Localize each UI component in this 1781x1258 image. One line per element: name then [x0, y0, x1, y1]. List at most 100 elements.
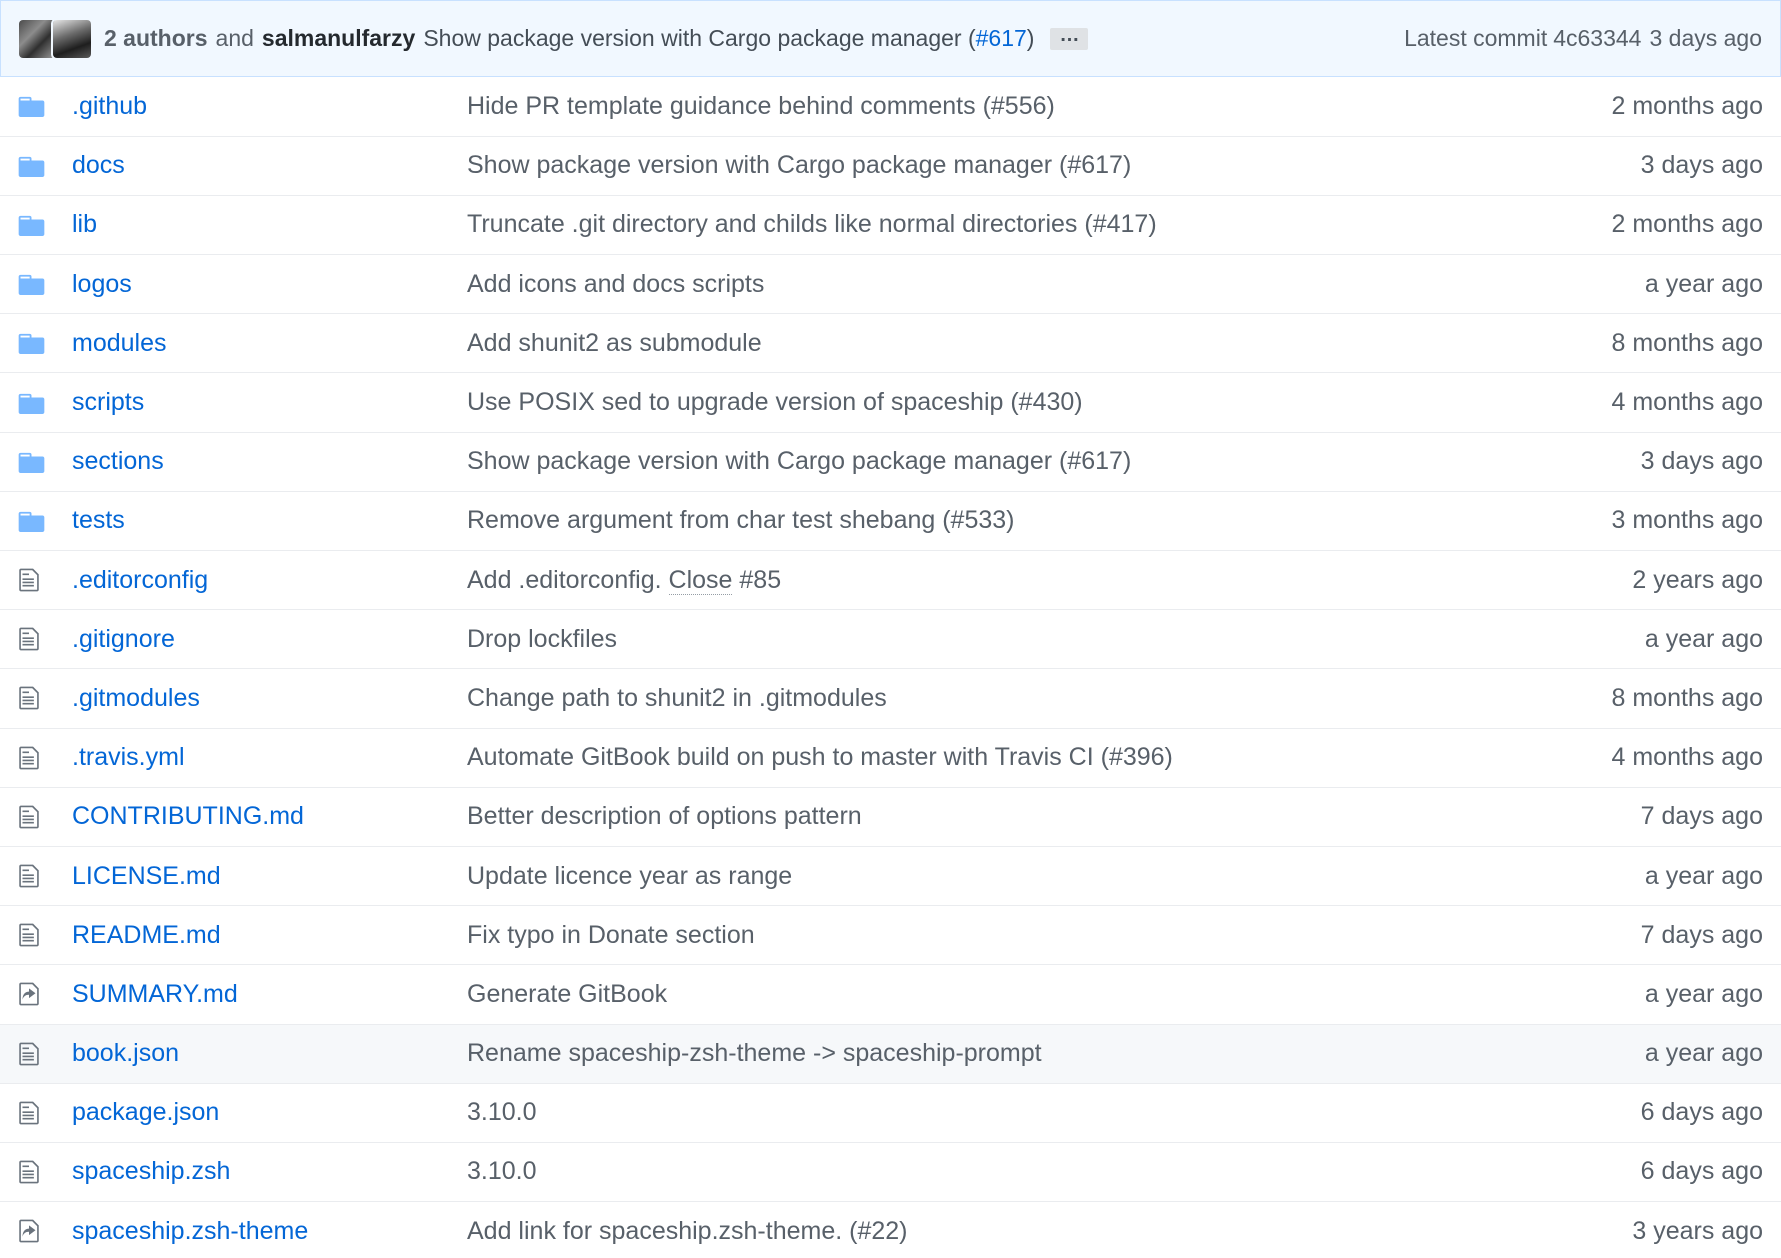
- file-name-cell: .travis.yml: [72, 727, 467, 788]
- file-icon-cell: [0, 372, 72, 433]
- commit-age: a year ago: [1463, 1023, 1781, 1084]
- file-name-link[interactable]: book.json: [72, 1039, 179, 1067]
- commit-message-link[interactable]: Show package version with Cargo package …: [467, 151, 1131, 179]
- expand-commit-button[interactable]: …: [1050, 25, 1089, 50]
- commit-age: 2 years ago: [1463, 549, 1781, 610]
- file-row[interactable]: .gitignore Drop lockfiles a year ago: [0, 609, 1781, 669]
- file-name-cell: package.json: [72, 1082, 467, 1143]
- file-row[interactable]: logos Add icons and docs scripts a year ag…: [0, 254, 1781, 314]
- file-icon-cell: [0, 490, 72, 551]
- file-row[interactable]: .editorconfig Add .editorconfig. Close #8…: [0, 549, 1781, 610]
- file-name-link[interactable]: .github: [72, 92, 147, 120]
- commit-message-cell: Automate GitBook build on push to master…: [467, 727, 1463, 788]
- commit-message-link[interactable]: Drop lockfiles: [467, 625, 617, 653]
- file-name-link[interactable]: sections: [72, 447, 164, 475]
- author-avatars[interactable]: [19, 19, 91, 58]
- commit-message-link[interactable]: Add shunit2 as submodule: [467, 329, 762, 357]
- commit-message-cell: Generate GitBook: [467, 964, 1463, 1024]
- commit-message-link[interactable]: Show package version with Cargo package …: [467, 447, 1131, 475]
- file-text-icon: [18, 745, 72, 771]
- avatar[interactable]: [19, 19, 57, 58]
- commit-message-link[interactable]: Better description of options pattern: [467, 802, 862, 830]
- commit-pr-link[interactable]: #617: [976, 25, 1027, 51]
- commit-message-cell: Truncate .git directory and childs like …: [467, 194, 1463, 255]
- file-name-link[interactable]: spaceship.zsh: [72, 1157, 230, 1185]
- file-row[interactable]: sections Show package version with Cargo …: [0, 431, 1781, 492]
- file-name-link[interactable]: docs: [72, 151, 125, 179]
- file-name-link[interactable]: scripts: [72, 388, 144, 416]
- file-name-link[interactable]: modules: [72, 329, 167, 357]
- commit-message-link[interactable]: Hide PR template guidance behind comment…: [467, 92, 1055, 120]
- file-row[interactable]: book.json Rename spaceship-zsh-theme -> s…: [0, 1023, 1781, 1084]
- file-row[interactable]: modules Add shunit2 as submodule 8 months …: [0, 313, 1781, 373]
- commit-time: 3 days ago: [1649, 25, 1762, 51]
- file-name-link[interactable]: logos: [72, 270, 132, 298]
- commit-age: 3 years ago: [1463, 1201, 1781, 1258]
- file-name-link[interactable]: LICENSE.md: [72, 862, 221, 890]
- issue-keyword[interactable]: Close: [668, 565, 733, 595]
- commit-sha-link[interactable]: 4c63344: [1553, 25, 1641, 51]
- file-name-cell: book.json: [72, 1023, 467, 1084]
- commit-message-link[interactable]: Add .editorconfig.: [467, 566, 662, 594]
- file-name-link[interactable]: spaceship.zsh-theme: [72, 1217, 308, 1245]
- commit-age: a year ago: [1463, 254, 1781, 314]
- file-row[interactable]: .github Hide PR template guidance behind …: [0, 77, 1781, 136]
- file-name-link[interactable]: SUMMARY.md: [72, 980, 238, 1008]
- commit-message-link[interactable]: 3.10.0: [467, 1157, 537, 1185]
- file-row[interactable]: tests Remove argument from char test sheb…: [0, 490, 1781, 551]
- issue-ref[interactable]: #85: [739, 566, 781, 594]
- file-row[interactable]: CONTRIBUTING.md Better description of opt…: [0, 786, 1781, 847]
- folder-icon: [18, 332, 72, 355]
- commit-message-link[interactable]: Automate GitBook build on push to master…: [467, 743, 1173, 771]
- file-row[interactable]: README.md Fix typo in Donate section 7 day…: [0, 905, 1781, 965]
- file-name-link[interactable]: CONTRIBUTING.md: [72, 802, 304, 830]
- authors-count-link[interactable]: 2 authors: [104, 25, 208, 52]
- file-name-link[interactable]: .editorconfig: [72, 566, 208, 594]
- commit-tease: 2 authors and salmanulfarzy Show package…: [0, 0, 1781, 77]
- commit-message[interactable]: Show package version with Cargo package …: [423, 25, 1034, 52]
- commit-message-text[interactable]: Show package version with Cargo package …: [423, 25, 975, 51]
- commit-age: 7 days ago: [1463, 786, 1781, 847]
- file-name-cell: SUMMARY.md: [72, 964, 467, 1024]
- file-row[interactable]: spaceship.zsh 3.10.0 6 days ago: [0, 1141, 1781, 1202]
- commit-message-link[interactable]: Use POSIX sed to upgrade version of spac…: [467, 388, 1083, 416]
- commit-author-link[interactable]: salmanulfarzy: [262, 25, 415, 52]
- file-row[interactable]: .travis.yml Automate GitBook build on pus…: [0, 727, 1781, 788]
- file-name-cell: sections: [72, 431, 467, 492]
- file-name-link[interactable]: tests: [72, 506, 125, 534]
- file-row[interactable]: scripts Use POSIX sed to upgrade version …: [0, 372, 1781, 433]
- commit-message-cell: Remove argument from char test shebang (…: [467, 490, 1463, 551]
- commit-message-link[interactable]: Generate GitBook: [467, 980, 667, 1008]
- commit-message-link[interactable]: Update licence year as range: [467, 862, 792, 890]
- file-row[interactable]: lib Truncate .git directory and childs li…: [0, 194, 1781, 255]
- commit-message-link[interactable]: Add icons and docs scripts: [467, 270, 764, 298]
- commit-message-link[interactable]: Rename spaceship-zsh-theme -> spaceship-…: [467, 1039, 1042, 1067]
- commit-message-cell: Rename spaceship-zsh-theme -> spaceship-…: [467, 1023, 1463, 1084]
- commit-message-link[interactable]: 3.10.0: [467, 1098, 537, 1126]
- commit-message-link[interactable]: Add link for spaceship.zsh-theme. (#22): [467, 1217, 908, 1245]
- file-row[interactable]: SUMMARY.md Generate GitBook a year ago: [0, 964, 1781, 1024]
- file-name-cell: .gitmodules: [72, 668, 467, 729]
- file-icon-cell: [0, 1201, 72, 1258]
- commit-message-cell: Add link for spaceship.zsh-theme. (#22): [467, 1201, 1463, 1258]
- file-name-link[interactable]: README.md: [72, 921, 221, 949]
- file-icon-cell: [0, 609, 72, 669]
- avatar[interactable]: [53, 19, 91, 58]
- commit-message-end: ): [1026, 25, 1035, 51]
- file-row[interactable]: docs Show package version with Cargo pack…: [0, 135, 1781, 196]
- file-row[interactable]: package.json 3.10.0 6 days ago: [0, 1082, 1781, 1143]
- file-row[interactable]: .gitmodules Change path to shunit2 in .gi…: [0, 668, 1781, 729]
- commit-message-link[interactable]: Truncate .git directory and childs like …: [467, 210, 1157, 238]
- file-name-link[interactable]: lib: [72, 210, 97, 238]
- commit-message-link[interactable]: Remove argument from char test shebang (…: [467, 506, 1015, 534]
- file-row[interactable]: LICENSE.md Update licence year as range a …: [0, 845, 1781, 906]
- file-name-link[interactable]: .gitignore: [72, 625, 175, 653]
- file-icon-cell: [0, 1082, 72, 1143]
- file-name-link[interactable]: .gitmodules: [72, 684, 200, 712]
- file-name-link[interactable]: .travis.yml: [72, 743, 185, 771]
- commit-message-link[interactable]: Fix typo in Donate section: [467, 921, 755, 949]
- file-row[interactable]: spaceship.zsh-theme Add link for spaceshi…: [0, 1201, 1781, 1258]
- file-name-link[interactable]: package.json: [72, 1098, 219, 1126]
- file-text-icon: [18, 1041, 72, 1067]
- commit-message-link[interactable]: Change path to shunit2 in .gitmodules: [467, 684, 887, 712]
